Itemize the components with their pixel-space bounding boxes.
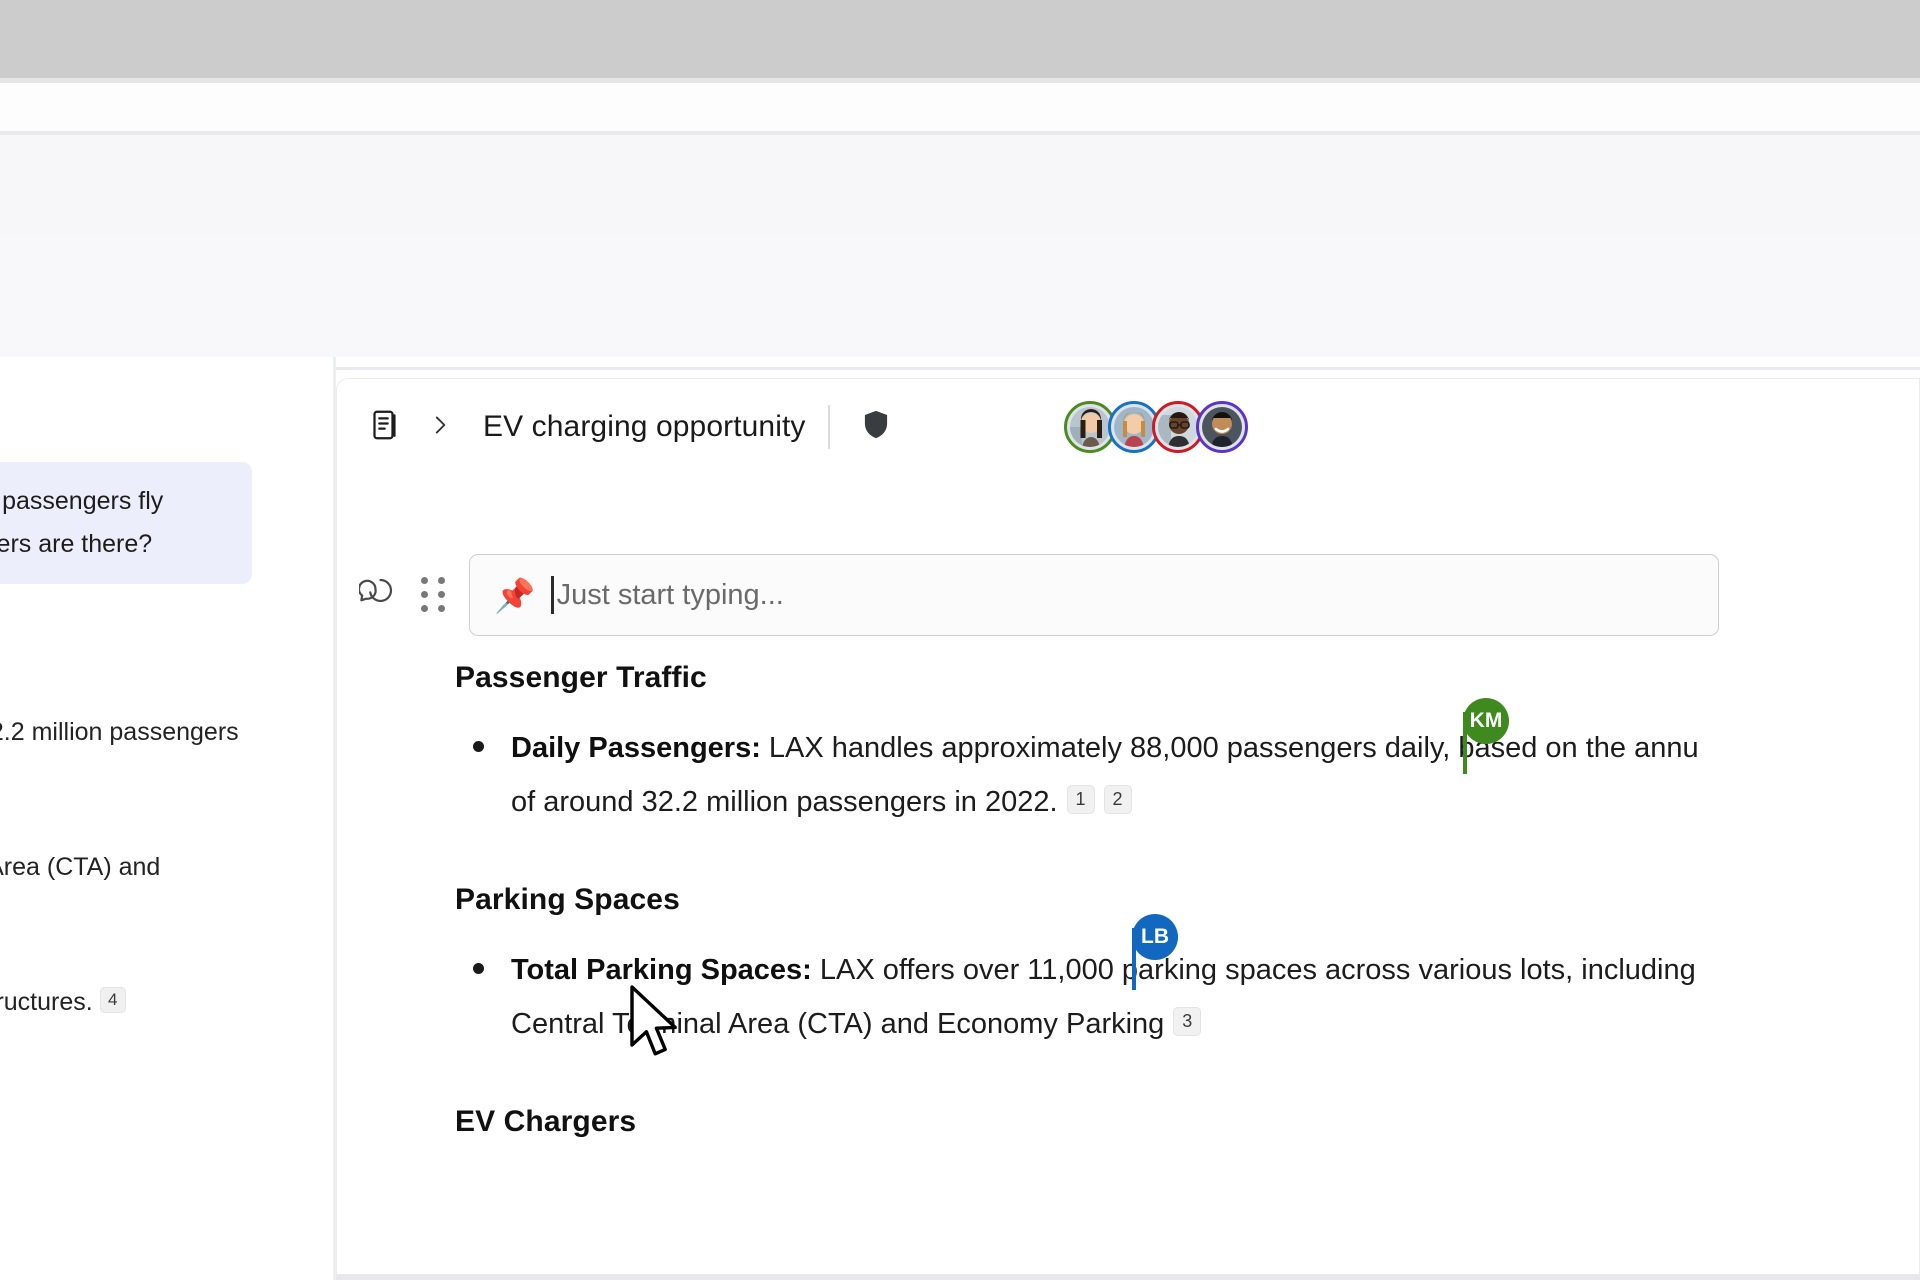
user-message-bubble: many passengers fly chargers are there? xyxy=(0,462,252,584)
inline-composer-row: 📌 Just start typing... xyxy=(337,547,1920,643)
bullet-text-2: of around 32.2 million passengers in 202… xyxy=(511,786,1058,818)
bullet-line-1: Daily Passengers: LAX handles approximat… xyxy=(511,721,1920,775)
bullet-line-2: of around 32.2 million passengers in 202… xyxy=(511,775,1920,829)
bullet-line-2: Central Terminal Area (CTA) and Economy … xyxy=(511,997,1920,1051)
loop-document-card: EV charging opportunity xyxy=(336,378,1920,1280)
presence-initials: KM xyxy=(1463,698,1509,744)
transcript-fragment-1: 32.2 million passengers xyxy=(0,715,239,749)
six-dot-drag-handle-icon[interactable] xyxy=(421,578,447,612)
shield-solid-icon[interactable] xyxy=(858,407,894,448)
app-header-band xyxy=(0,83,1920,133)
bullet-lead: Daily Passengers: xyxy=(511,732,761,764)
mouse-arrow-cursor xyxy=(628,985,684,1066)
avatar-photo xyxy=(1202,407,1242,447)
bullet-text-1: LAX handles approximately 88,000 passeng… xyxy=(761,732,1699,764)
transcript-fragment-3-text: structures. xyxy=(0,988,93,1016)
loop-page-icon[interactable] xyxy=(367,407,403,448)
bullet-lead: Total Parking Spaces: xyxy=(511,954,812,986)
bullet-line-1: Total Parking Spaces: LAX offers over 11… xyxy=(511,943,1920,997)
app-root: earch xyxy=(0,0,1920,1280)
avatar[interactable] xyxy=(1196,401,1248,453)
text-caret xyxy=(551,576,554,614)
citation-badge[interactable]: 4 xyxy=(100,987,126,1013)
citation-badge[interactable]: 2 xyxy=(1104,785,1132,814)
citation-badge[interactable]: 1 xyxy=(1067,785,1095,814)
avatar-photo xyxy=(1114,407,1154,447)
presence-initials: LB xyxy=(1132,914,1178,960)
transcript-fragment-2: l Area (CTA) and xyxy=(0,850,160,884)
pushpin-icon: 📌 xyxy=(494,579,535,612)
collaborator-avatars xyxy=(1064,401,1248,453)
window-titlebar xyxy=(0,0,1920,78)
section-heading: Passenger Traffic xyxy=(455,661,1920,695)
document-title[interactable]: EV charging opportunity xyxy=(483,410,806,444)
avatar-photo xyxy=(1070,407,1110,447)
citation-badge[interactable]: 3 xyxy=(1173,1007,1201,1036)
comment-bubble-icon[interactable] xyxy=(359,574,397,617)
section-heading: EV Chargers xyxy=(455,1105,1920,1139)
avatar-photo xyxy=(1158,407,1198,447)
message-line-2: chargers are there? xyxy=(0,523,232,566)
document-body: Passenger Traffic Daily Passengers: LAX … xyxy=(337,661,1920,1139)
bullet-text-1: LAX offers over 11,000 parking spaces ac… xyxy=(812,954,1696,986)
chat-toolbar: Web Work New chat xyxy=(0,235,1920,357)
header-divider xyxy=(828,405,830,449)
inline-text-input[interactable]: 📌 Just start typing... xyxy=(469,554,1719,636)
inline-input-placeholder: Just start typing... xyxy=(557,579,784,612)
message-line-1: many passengers fly xyxy=(0,480,232,523)
chevron-right-icon xyxy=(427,412,453,443)
document-header: EV charging opportunity xyxy=(337,379,1920,475)
bullet-text-2: Central Terminal Area (CTA) and Economy … xyxy=(511,1008,1164,1040)
transcript-fragment-3: structures. 4 xyxy=(0,985,126,1019)
search-row: earch xyxy=(0,135,1920,235)
list-item: Daily Passengers: LAX handles approximat… xyxy=(455,721,1920,829)
horizontal-scrollbar[interactable] xyxy=(336,1274,1920,1280)
chat-transcript-panel: many passengers fly chargers are there? … xyxy=(0,357,333,1280)
section-heading: Parking Spaces xyxy=(455,883,1920,917)
